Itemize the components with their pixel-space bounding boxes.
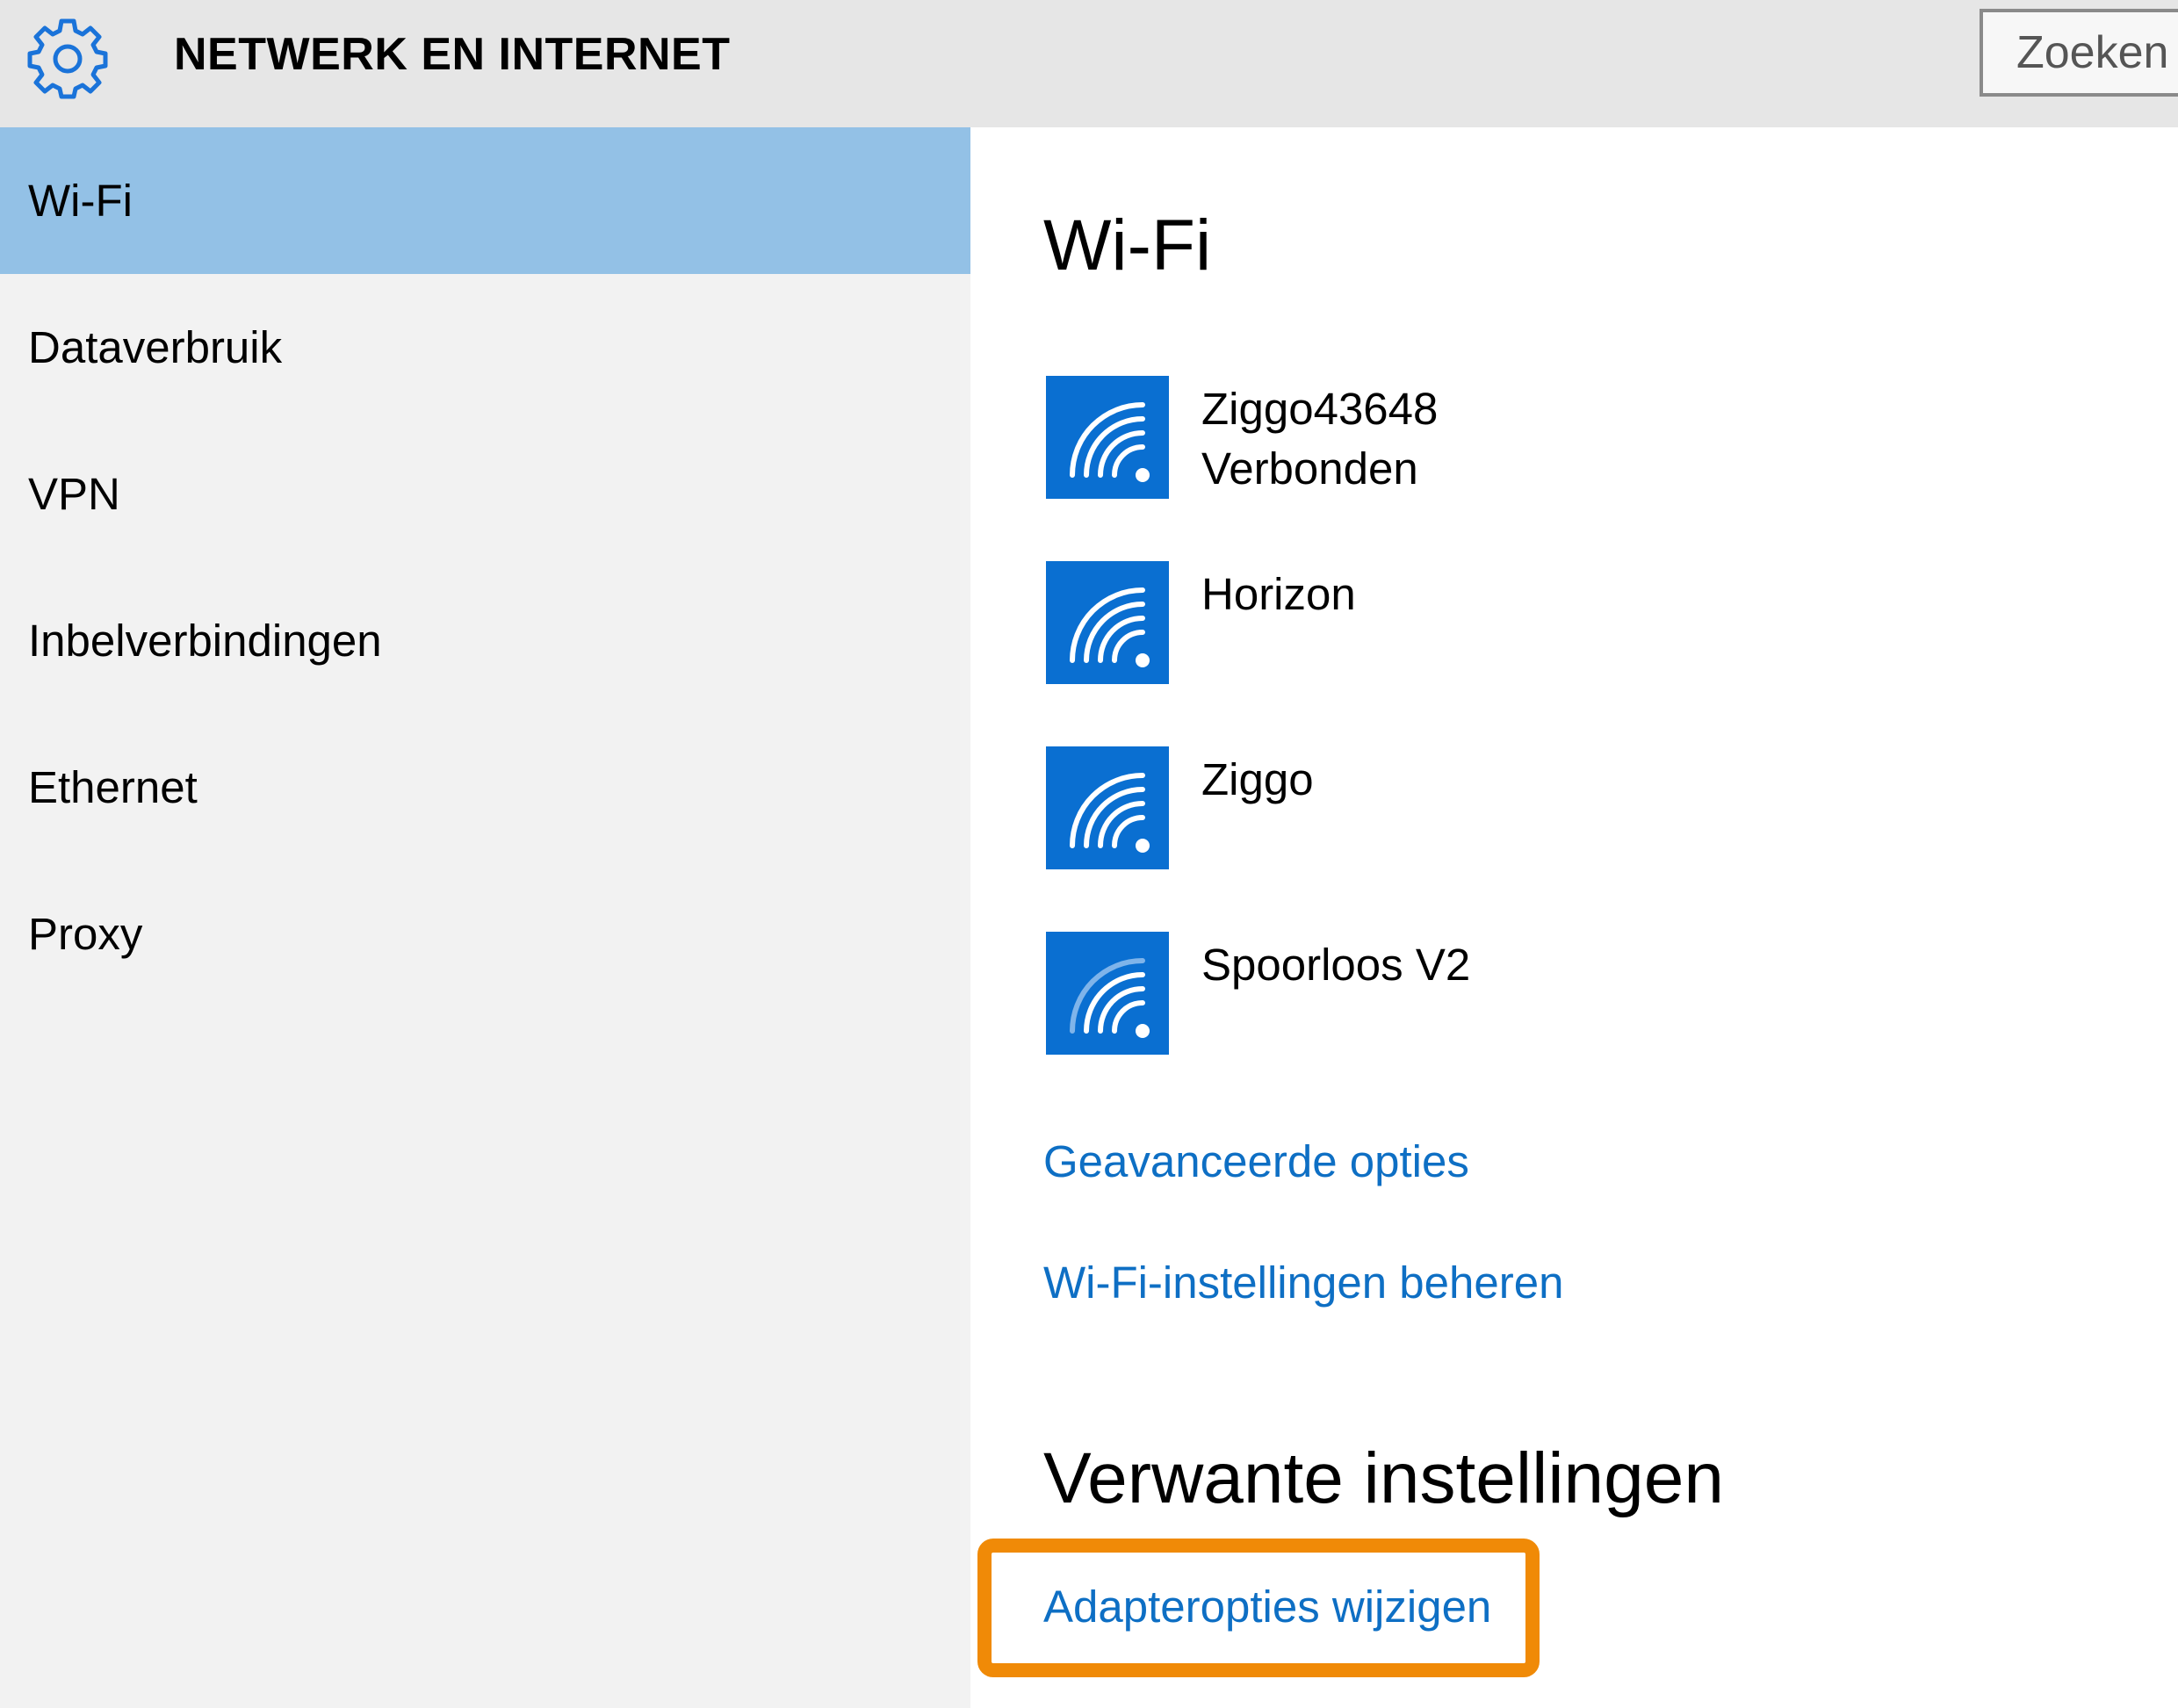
network-name: Horizon — [1201, 569, 1356, 619]
sidebar-item-inbelverbindingen[interactable]: Inbelverbindingen — [0, 567, 970, 714]
sidebar-item-proxy[interactable]: Proxy — [0, 861, 970, 1007]
sidebar-item-label: Proxy — [28, 909, 143, 959]
wifi-signal-full-icon — [1046, 376, 1169, 499]
network-item[interactable]: Spoorloos V2 — [1046, 932, 1836, 1055]
network-name: Spoorloos V2 — [1201, 940, 1471, 990]
sidebar: Wi-Fi Dataverbruik VPN Inbelverbindingen… — [0, 127, 970, 1708]
sidebar-item-vpn[interactable]: VPN — [0, 421, 970, 567]
sidebar-item-dataverbruik[interactable]: Dataverbruik — [0, 274, 970, 421]
network-item[interactable]: Ziggo — [1046, 746, 1836, 869]
header-bar: NETWERK EN INTERNET — [0, 0, 2178, 127]
change-adapter-options-link[interactable]: Adapteropties wijzigen — [1043, 1581, 1491, 1632]
network-item[interactable]: Horizon — [1046, 561, 1836, 684]
sidebar-item-label: VPN — [28, 469, 120, 519]
manage-wifi-settings-link[interactable]: Wi-Fi-instellingen beheren — [1043, 1257, 1563, 1308]
sidebar-item-label: Dataverbruik — [28, 322, 283, 372]
search-box[interactable] — [1980, 9, 2178, 97]
section-title-related: Verwante instellingen — [1043, 1438, 1724, 1518]
sidebar-item-ethernet[interactable]: Ethernet — [0, 714, 970, 861]
section-title-wifi: Wi-Fi — [1043, 205, 1212, 285]
network-name: Ziggo43648 — [1201, 384, 1439, 434]
wifi-signal-full-icon — [1046, 746, 1169, 869]
wifi-signal-full-icon — [1046, 561, 1169, 684]
network-status: Verbonden — [1201, 443, 1418, 494]
wifi-signal-partial-icon — [1046, 932, 1169, 1055]
network-item[interactable]: Ziggo43648 Verbonden — [1046, 376, 1836, 499]
sidebar-item-label: Inbelverbindingen — [28, 616, 382, 666]
main-content: Wi-Fi Ziggo43648 Verbonden Horizon Ziggo… — [970, 127, 2178, 1708]
gear-icon — [26, 18, 109, 100]
sidebar-item-label: Wi-Fi — [28, 176, 133, 226]
settings-window: NETWERK EN INTERNET Wi-Fi Dataverbruik V… — [0, 0, 2178, 1708]
network-name: Ziggo — [1201, 754, 1314, 804]
sidebar-item-wifi[interactable]: Wi-Fi — [0, 127, 970, 274]
page-title: NETWERK EN INTERNET — [174, 29, 731, 80]
advanced-options-link[interactable]: Geavanceerde opties — [1043, 1135, 1469, 1187]
sidebar-item-label: Ethernet — [28, 762, 198, 812]
search-input[interactable] — [1983, 12, 2178, 93]
